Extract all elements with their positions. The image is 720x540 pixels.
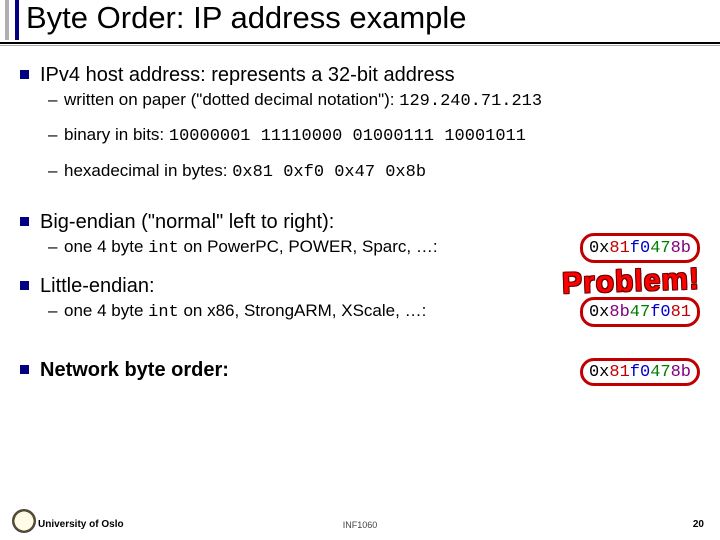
- hex-byte-2: f0: [630, 239, 650, 258]
- footer-page-number: 20: [693, 519, 704, 530]
- sub-binary: binary in bits: 10000001 11110000 010001…: [20, 124, 700, 147]
- hex-byte-4: 81: [671, 303, 691, 322]
- lit-sub-int: int: [148, 303, 179, 322]
- sub-dotted-label: written on paper ("dotted decimal notati…: [64, 90, 399, 109]
- sub-dotted-value: 129.240.71.213: [399, 92, 542, 111]
- network-order-hexbox: 0x81f0478b: [580, 358, 700, 386]
- lit-sub-pre: one 4 byte: [64, 301, 148, 320]
- bullet-network-order: Network byte order: 0x81f0478b: [20, 359, 700, 382]
- hex-byte-3: f0: [650, 303, 670, 322]
- title-underline: [0, 42, 720, 44]
- hex-byte-3: 47: [650, 239, 670, 258]
- sub-hex: hexadecimal in bytes: 0x81 0xf0 0x47 0x8…: [20, 160, 700, 183]
- hex-byte-4: 8b: [671, 363, 691, 382]
- hex-byte-1: 81: [609, 239, 629, 258]
- sub-hex-label: hexadecimal in bytes:: [64, 161, 232, 180]
- sub-binary-value: 10000001 11110000 01000111 10001011: [169, 127, 526, 146]
- bullet-big-endian: Big-endian ("normal" left to right):: [20, 211, 700, 234]
- slide-title: Byte Order: IP address example: [26, 0, 467, 36]
- big-endian-hexbox: 0x81f0478b: [580, 233, 700, 263]
- sub-big-endian: one 4 byte int on PowerPC, POWER, Sparc,…: [20, 236, 700, 259]
- sub-hex-value: 0x81 0xf0 0x47 0x8b: [232, 163, 426, 182]
- bullet-ipv4: IPv4 host address: represents a 32-bit a…: [20, 64, 700, 87]
- content-area: IPv4 host address: represents a 32-bit a…: [20, 64, 700, 382]
- footer-university: University of Oslo: [38, 519, 124, 530]
- hex-byte-4: 8b: [671, 239, 691, 258]
- footer-course: INF1060: [343, 520, 378, 530]
- sub-dotted: written on paper ("dotted decimal notati…: [20, 89, 700, 112]
- sub-binary-label: binary in bits:: [64, 125, 169, 144]
- hex-byte-2: 47: [630, 303, 650, 322]
- title-underline-shadow: [0, 45, 720, 46]
- hex-prefix: 0x: [589, 239, 609, 258]
- lit-sub-post: on x86, StrongARM, XScale, …:: [179, 301, 427, 320]
- big-sub-post: on PowerPC, POWER, Sparc, …:: [179, 237, 438, 256]
- hex-prefix: 0x: [589, 303, 609, 322]
- university-seal-icon: [12, 509, 36, 533]
- net-heading: Network byte order:: [40, 359, 229, 381]
- hex-byte-2: f0: [630, 363, 650, 382]
- big-sub-pre: one 4 byte: [64, 237, 148, 256]
- hex-byte-1: 81: [609, 363, 629, 382]
- big-sub-int: int: [148, 239, 179, 258]
- slide: Byte Order: IP address example IPv4 host…: [0, 0, 720, 540]
- footer: University of Oslo INF1060 20: [0, 510, 720, 530]
- problem-callout: Problem!: [561, 263, 700, 302]
- hex-byte-1: 8b: [609, 303, 629, 322]
- sub-little-endian: one 4 byte int on x86, StrongARM, XScale…: [20, 300, 700, 323]
- title-accent: [5, 0, 19, 40]
- hex-prefix: 0x: [589, 363, 609, 382]
- little-endian-hexbox: 0x8b47f081: [580, 297, 700, 327]
- hex-byte-3: 47: [650, 363, 670, 382]
